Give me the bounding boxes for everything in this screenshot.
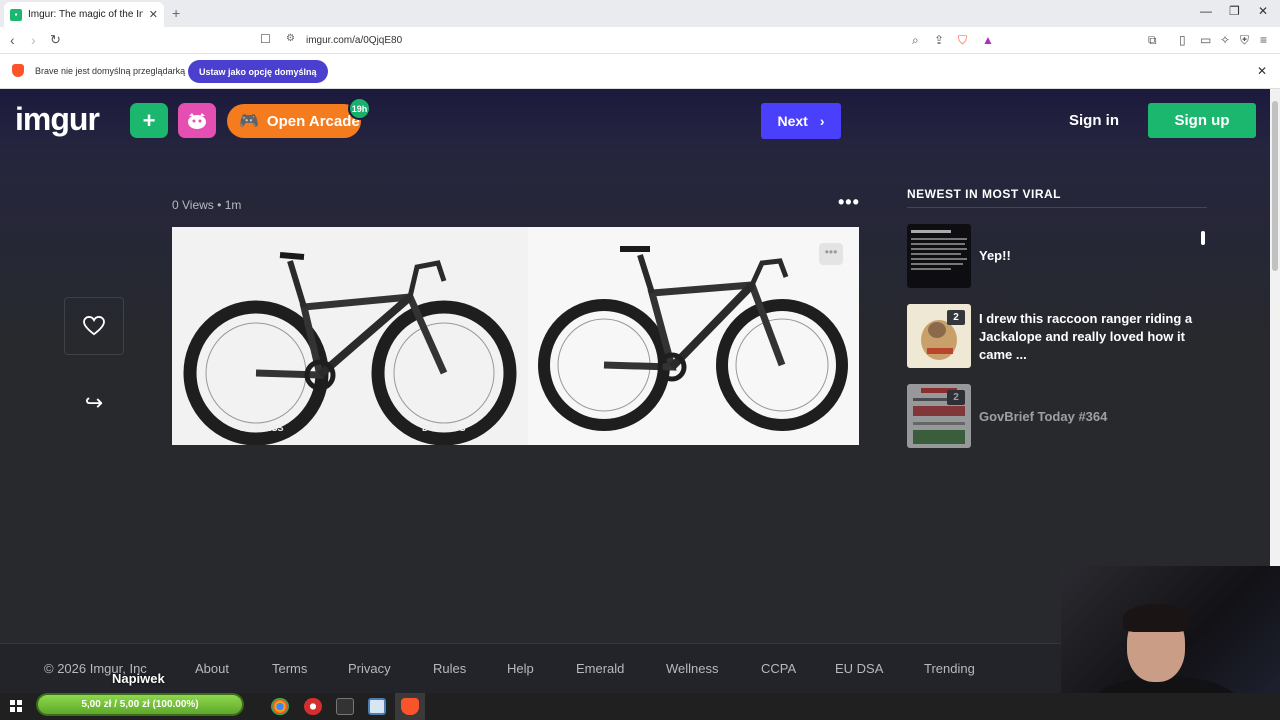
browser-toolbar: ‹ › ↻ ☐ ⚙ imgur.com/a/0QjqE80 ⌕ ⇪ ⛉ ▲ ⧉ …	[0, 27, 1280, 54]
share-arrow-icon: ↪	[84, 390, 104, 415]
brave-browser-icon[interactable]	[401, 698, 419, 715]
minimize-button[interactable]: —	[1200, 4, 1212, 18]
leo-ai-icon[interactable]: ✧	[1220, 33, 1230, 47]
gamepad-icon: 🎮	[239, 113, 259, 130]
footer-link-privacy[interactable]: Privacy	[348, 661, 391, 676]
arcade-label: Open Arcade	[266, 112, 360, 130]
post-image[interactable]: DT SWISS DT SWISS DT SWISS DT SWISS •••	[172, 227, 859, 445]
url-text: imgur.com/a/0QjqE80	[306, 35, 403, 46]
footer-link-emerald[interactable]: Emerald	[576, 661, 624, 676]
chrome-icon[interactable]	[271, 698, 289, 715]
footer-link-rules[interactable]: Rules	[433, 661, 466, 676]
meme-generator-button[interactable]	[178, 103, 216, 138]
meme-face-icon	[188, 112, 206, 129]
infobar-message: Brave nie jest domyślną przeglądarką	[35, 66, 186, 76]
meta-separator: •	[217, 198, 222, 212]
window-close-button[interactable]: ✕	[1258, 4, 1268, 18]
footer-link-eu-dsa[interactable]: EU DSA	[835, 661, 883, 676]
plus-icon: +	[142, 107, 156, 133]
footer-link-ccpa[interactable]: CCPA	[761, 661, 796, 676]
sign-in-link[interactable]: Sign in	[1069, 112, 1119, 129]
browser-tab[interactable]: ▪ Imgur: The magic of the Internet ✕	[4, 2, 164, 27]
infobar-close-icon[interactable]: ✕	[1257, 64, 1267, 78]
tire-brand-labels: DT SWISS DT SWISS DT SWISS DT SWISS	[240, 416, 811, 433]
terminal-icon[interactable]	[336, 698, 354, 715]
tab-close-icon[interactable]: ✕	[149, 8, 158, 21]
sidebar-divider	[907, 207, 1207, 208]
heart-icon	[83, 316, 105, 336]
footer-link-help[interactable]: Help	[507, 661, 534, 676]
set-default-button[interactable]: Ustaw jako opcję domyślną	[188, 60, 328, 83]
image-count-badge: 2	[947, 310, 965, 325]
post-age: 1m	[224, 198, 242, 212]
vpn-icon[interactable]: ⛨	[1240, 33, 1249, 48]
back-arrow-icon[interactable]: ‹	[10, 32, 15, 48]
maximize-button[interactable]: ❐	[1229, 4, 1240, 18]
scrollbar-thumb[interactable]	[1272, 101, 1278, 271]
sidebar-post-item[interactable]: 2 I drew this raccoon ranger riding a Ja…	[907, 304, 1207, 369]
tweet-screenshot-thumbnail	[911, 230, 967, 270]
sidebar-post-title: Yep!!	[979, 248, 1011, 263]
webcam-person-hair	[1123, 604, 1189, 632]
windows-taskbar: 5,00 zł / 5,00 zł (100.00%)	[0, 693, 1280, 720]
bicycles-illustration: DT SWISS DT SWISS DT SWISS DT SWISS	[183, 246, 848, 445]
sidebar-post-title: I drew this raccoon ranger riding a Jack…	[979, 311, 1193, 362]
view-count: 0 Views	[172, 198, 214, 212]
tab-title: Imgur: The magic of the Internet	[28, 9, 143, 20]
sidebar-post-item[interactable]: 2 GovBrief Today #364	[907, 384, 1207, 449]
arcade-timer-badge: 19h	[348, 97, 371, 120]
zoom-icon[interactable]: ⌕	[912, 33, 919, 48]
brave-rewards-icon[interactable]: ▲	[982, 33, 994, 47]
menu-icon[interactable]: ≡	[1260, 33, 1267, 47]
obs-icon[interactable]	[304, 698, 322, 715]
footer-link-terms[interactable]: Terms	[272, 661, 307, 676]
tip-label: Napiwek	[112, 671, 165, 686]
address-bar[interactable]: ⚙ imgur.com/a/0QjqE80	[276, 30, 936, 51]
sidebar-toggle-icon[interactable]: ▯	[1179, 33, 1186, 47]
post-thumbnail	[907, 224, 971, 288]
next-label: Next	[777, 113, 808, 129]
new-tab-button[interactable]: +	[172, 5, 180, 21]
sidebar-post-item[interactable]: Yep!!	[907, 224, 1207, 289]
image-options-button[interactable]: •••	[819, 243, 843, 265]
tire-label-1: DT SWISS	[240, 423, 284, 433]
upload-button[interactable]: +	[130, 103, 168, 138]
share-button[interactable]: ↪	[80, 389, 108, 417]
browser-tab-bar: ▪ Imgur: The magic of the Internet ✕ + —…	[0, 0, 1280, 27]
sign-up-button[interactable]: Sign up	[1148, 103, 1256, 138]
imgur-logo[interactable]: imgur	[15, 101, 100, 138]
next-post-button[interactable]: Next ›	[761, 103, 841, 139]
open-arcade-button[interactable]: 🎮 Open Arcade	[227, 104, 361, 138]
reload-icon[interactable]: ↻	[50, 32, 61, 48]
post-meta: 0 Views • 1m	[172, 198, 241, 212]
window-app-icon[interactable]	[368, 698, 386, 715]
brave-lion-icon	[12, 64, 24, 77]
footer-link-wellness[interactable]: Wellness	[666, 661, 719, 676]
imgur-favicon-icon: ▪	[10, 8, 22, 21]
brave-shields-icon[interactable]: ⛉	[958, 33, 967, 48]
windows-start-icon[interactable]	[10, 700, 22, 712]
footer-link-trending[interactable]: Trending	[924, 661, 975, 676]
post-options-button[interactable]: •••	[838, 192, 860, 213]
footer-link-about[interactable]: About	[195, 661, 229, 676]
bookmark-icon[interactable]: ☐	[260, 32, 271, 46]
image-count-badge: 2	[947, 390, 965, 405]
forward-arrow-icon[interactable]: ›	[31, 32, 36, 48]
screenshot-icon[interactable]: ⧉	[1148, 33, 1157, 48]
default-browser-infobar: Brave nie jest domyślną przeglądarką Ust…	[0, 54, 1280, 89]
tip-progress-bar: 5,00 zł / 5,00 zł (100.00%)	[36, 693, 244, 716]
sidebar-title: NEWEST IN MOST VIRAL	[907, 187, 1061, 201]
tire-label-2: DT SWISS	[422, 423, 466, 433]
like-button[interactable]	[64, 297, 124, 355]
share-icon[interactable]: ⇪	[934, 33, 944, 47]
chevron-right-icon: ›	[819, 113, 825, 129]
sidebar-post-title: GovBrief Today #364	[979, 409, 1108, 424]
wallet-icon[interactable]: ▭	[1200, 33, 1211, 47]
site-settings-icon[interactable]: ⚙	[286, 33, 295, 44]
